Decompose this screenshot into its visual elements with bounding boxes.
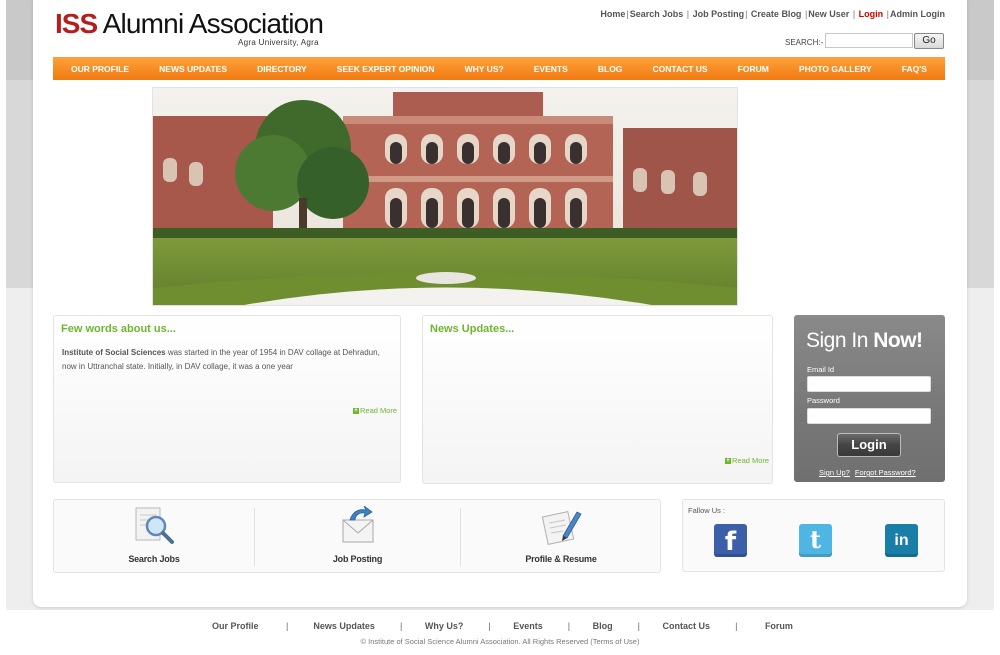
- search-input[interactable]: [825, 33, 913, 48]
- top-link-home[interactable]: Home: [600, 9, 625, 19]
- search-go-button[interactable]: Go: [914, 33, 944, 49]
- separator: |: [465, 621, 511, 631]
- nav-item-forum[interactable]: FORUM: [738, 64, 769, 74]
- footer-link-events[interactable]: Events: [513, 621, 543, 631]
- footer-link-blog[interactable]: Blog: [593, 621, 613, 631]
- separator: |: [850, 9, 858, 19]
- about-text: Institute of Social Sciences was started…: [62, 346, 396, 373]
- plus-icon: +: [353, 408, 359, 415]
- top-link-search-jobs[interactable]: Search Jobs: [630, 9, 684, 19]
- forgot-password-link[interactable]: Forgot Password?: [855, 468, 916, 477]
- footer-links: Our Profile | News Updates | Why Us? | E…: [212, 621, 793, 631]
- quick-link-profile-resume-label: Profile & Resume: [525, 554, 597, 564]
- quick-link-search-jobs-label: Search Jobs: [128, 554, 180, 564]
- nav-item-events[interactable]: EVENTS: [534, 64, 568, 74]
- nav-item-contact-us[interactable]: CONTACT US: [653, 64, 708, 74]
- about-title: Few words about us...: [61, 323, 176, 335]
- separator: |: [261, 621, 311, 631]
- email-field[interactable]: [807, 376, 931, 392]
- nav-item-seek-expert-opinion[interactable]: SEEK EXPERT OPINION: [337, 64, 435, 74]
- footer-link-why-us[interactable]: Why Us?: [425, 621, 464, 631]
- signin-title: Sign In Now!: [806, 329, 923, 353]
- quick-link-profile-resume[interactable]: Profile & Resume: [461, 500, 661, 572]
- separator: |: [745, 9, 750, 19]
- news-read-more-link[interactable]: + Read More: [725, 456, 769, 465]
- email-label: Email Id: [807, 365, 835, 374]
- about-panel: Few words about us... Institute of Socia…: [53, 315, 401, 483]
- magnifier-document-icon: [135, 507, 174, 544]
- news-read-more-label: Read More: [732, 456, 770, 465]
- signin-panel: Sign In Now! Email Id Password Login Sig…: [794, 315, 945, 482]
- top-link-login[interactable]: Login: [859, 9, 884, 19]
- top-link-admin-login[interactable]: Admin Login: [890, 9, 945, 19]
- top-link-new-user[interactable]: New User: [808, 9, 849, 19]
- separator: |: [545, 621, 591, 631]
- facebook-icon[interactable]: f: [714, 524, 747, 557]
- envelope-arrow-icon: [342, 506, 373, 543]
- signin-title-bold: Now!: [873, 329, 923, 352]
- quick-link-job-posting[interactable]: Job Posting: [255, 500, 460, 572]
- footer-link-our-profile[interactable]: Our Profile: [212, 621, 259, 631]
- nav-item-directory[interactable]: DIRECTORY: [257, 64, 307, 74]
- copyright-text: © Institute of Social Science Alumni Ass…: [360, 637, 640, 646]
- password-label: Password: [807, 396, 840, 405]
- follow-us-panel: Fallow Us : f t in: [682, 499, 945, 572]
- top-links: Home|Search Jobs | Job Posting| Create B…: [600, 9, 945, 19]
- plus-icon: +: [725, 458, 731, 465]
- signin-links: Sign Up? Forgot Password?: [819, 468, 921, 477]
- news-panel: News Updates... + Read More: [422, 315, 773, 484]
- login-button[interactable]: Login: [837, 433, 901, 457]
- signup-link[interactable]: Sign Up?: [819, 468, 850, 477]
- signin-title-light: Sign In: [806, 329, 874, 352]
- logo-iss: ISS: [55, 8, 98, 39]
- site-logo[interactable]: ISS Alumni Association: [55, 8, 324, 40]
- footer-link-news-updates[interactable]: News Updates: [313, 621, 375, 631]
- search-label: SEARCH:-: [785, 38, 824, 47]
- main-navigation: OUR PROFILE NEWS UPDATES DIRECTORY SEEK …: [53, 57, 945, 80]
- footer-link-forum[interactable]: Forum: [765, 621, 793, 631]
- logo-title: Alumni Association: [97, 8, 324, 39]
- hero-campus-image: [152, 87, 738, 306]
- twitter-icon[interactable]: t: [799, 524, 832, 557]
- top-link-job-posting[interactable]: Job Posting: [693, 9, 745, 19]
- nav-item-blog[interactable]: BLOG: [598, 64, 623, 74]
- separator: |: [884, 9, 889, 19]
- logo-subtitle: Agra University, Agra: [238, 38, 319, 47]
- linkedin-icon[interactable]: in: [885, 524, 918, 557]
- nav-item-faqs[interactable]: FAQ'S: [902, 64, 927, 74]
- about-read-more-link[interactable]: + Read More: [353, 406, 397, 415]
- separator: |: [615, 621, 661, 631]
- quick-link-job-posting-label: Job Posting: [332, 554, 383, 564]
- follow-us-label: Fallow Us :: [688, 506, 726, 515]
- top-link-create-blog[interactable]: Create Blog: [751, 9, 802, 19]
- page-container: ISS Alumni Association Agra University, …: [33, 0, 967, 607]
- nav-item-photo-gallery[interactable]: PHOTO GALLERY: [799, 64, 872, 74]
- nav-item-why-us[interactable]: WHY US?: [465, 64, 504, 74]
- campus-building-illustration: [153, 88, 737, 305]
- nav-item-news-updates[interactable]: NEWS UPDATES: [159, 64, 227, 74]
- separator: |: [684, 9, 692, 19]
- about-text-bold: Institute of Social Sciences: [62, 348, 166, 357]
- nav-item-our-profile[interactable]: OUR PROFILE: [71, 64, 129, 74]
- document-pen-icon: [541, 511, 582, 545]
- separator: |: [377, 621, 423, 631]
- separator: |: [712, 621, 763, 631]
- footer-link-contact-us[interactable]: Contact Us: [663, 621, 711, 631]
- password-field[interactable]: [807, 408, 931, 424]
- news-title: News Updates...: [430, 323, 515, 335]
- quick-link-search-jobs[interactable]: Search Jobs: [54, 500, 254, 572]
- quick-links-panel: Search Jobs Job Posting Profile & Resume: [53, 499, 661, 573]
- about-read-more-label: Read More: [360, 406, 398, 415]
